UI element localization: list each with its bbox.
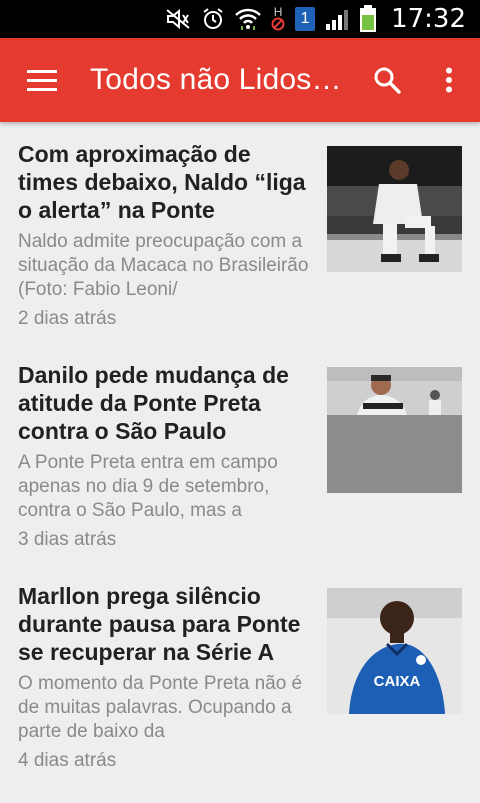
article-date: 3 dias atrás: [18, 529, 117, 550]
article-item[interactable]: Danilo pede mudança de atitude da Ponte …: [0, 361, 480, 582]
article-text: Marllon prega silêncio durante pausa par…: [18, 582, 327, 803]
notification-badge: 1: [300, 10, 310, 27]
wifi-icon: [235, 8, 261, 30]
status-bar: H 1 17:32: [0, 0, 480, 38]
h-signal-icon: H: [271, 5, 285, 31]
article-item[interactable]: Marllon prega silêncio durante pausa par…: [0, 582, 480, 803]
notification-1-icon: 1: [295, 7, 316, 31]
mute-icon: [165, 8, 191, 30]
article-list: Com aproximação de times debaixo, Naldo …: [0, 122, 480, 803]
cell-signal-icon: [325, 8, 349, 30]
search-button[interactable]: [356, 38, 418, 122]
article-date: 2 dias atrás: [18, 308, 117, 329]
toolbar-title[interactable]: Todos não Lidos…: [90, 63, 356, 97]
article-headline: Marllon prega silêncio durante pausa par…: [18, 583, 301, 665]
more-vert-icon: [446, 67, 452, 93]
thumbnail-sponsor-text: CAIXA: [374, 673, 421, 690]
article-date: 4 dias atrás: [18, 750, 117, 771]
article-item[interactable]: Com aproximação de times debaixo, Naldo …: [0, 140, 480, 361]
clock: 17:32: [391, 4, 466, 34]
alarm-icon: [201, 7, 225, 31]
hamburger-icon: [27, 70, 57, 91]
search-icon: [374, 67, 401, 94]
article-text: Danilo pede mudança de atitude da Ponte …: [18, 361, 327, 582]
article-thumbnail: [327, 146, 462, 272]
battery-icon: [359, 5, 377, 33]
article-thumbnail: [327, 367, 462, 493]
article-summary: Naldo admite preocupação com a situação …: [18, 231, 309, 300]
app-toolbar: Todos não Lidos…: [0, 38, 480, 122]
menu-button[interactable]: [0, 38, 84, 122]
article-summary: O momento da Ponte Preta não é de muitas…: [18, 673, 303, 742]
article-summary: A Ponte Preta entra em campo apenas no d…: [18, 452, 278, 521]
h-label: H: [273, 5, 283, 19]
status-icons: H 1: [165, 5, 377, 33]
article-headline: Danilo pede mudança de atitude da Ponte …: [18, 362, 289, 444]
article-headline: Com aproximação de times debaixo, Naldo …: [18, 141, 306, 223]
article-text: Com aproximação de times debaixo, Naldo …: [18, 140, 327, 361]
overflow-menu-button[interactable]: [418, 38, 480, 122]
article-thumbnail: CAIXA: [327, 588, 462, 714]
